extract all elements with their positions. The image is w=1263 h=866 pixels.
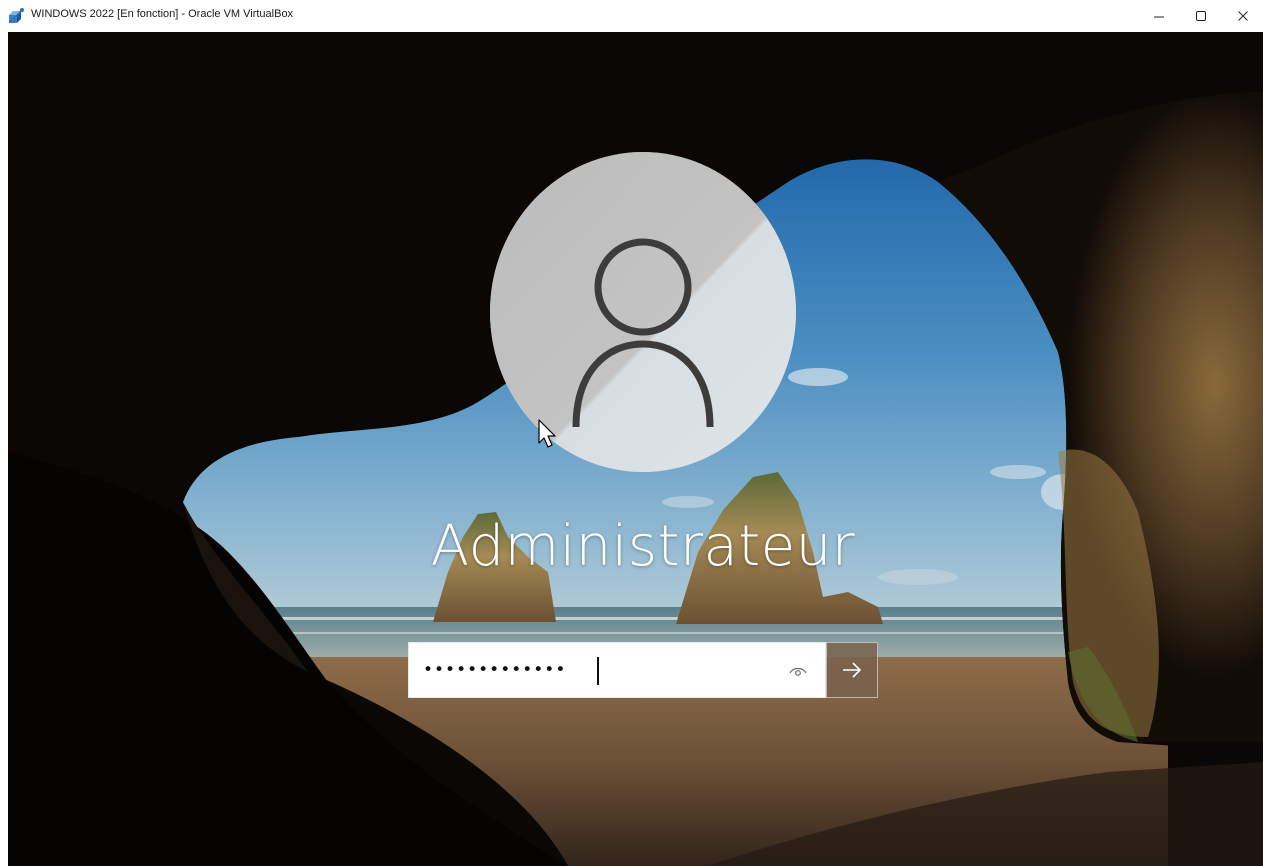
reveal-password-button[interactable] (785, 658, 811, 684)
close-icon (1238, 11, 1248, 21)
close-button[interactable] (1223, 0, 1263, 32)
text-caret (597, 657, 599, 685)
password-mask: ••••••••••••• (423, 660, 567, 680)
vm-display[interactable]: Administrateur ••••••••••••• (8, 32, 1263, 866)
window-title: WINDOWS 2022 [En fonction] - Oracle VM V… (31, 8, 294, 20)
virtualbox-window: WINDOWS 2022 [En fonction] - Oracle VM V… (0, 0, 1263, 866)
maximize-icon (1196, 11, 1206, 21)
submit-button[interactable] (826, 642, 878, 698)
minimize-button[interactable] (1139, 0, 1179, 32)
mouse-pointer-icon (538, 419, 556, 448)
password-input[interactable]: ••••••••••••• (408, 642, 826, 698)
password-box: ••••••••••••• (408, 642, 879, 700)
minimize-icon (1154, 16, 1164, 18)
maximize-button[interactable] (1181, 0, 1221, 32)
username-label: Administrateur (430, 514, 856, 579)
user-avatar (490, 152, 796, 472)
virtualbox-app-icon (8, 7, 25, 24)
eye-icon (789, 667, 807, 676)
arrow-right-icon (843, 662, 862, 678)
title-bar[interactable]: WINDOWS 2022 [En fonction] - Oracle VM V… (0, 0, 1263, 32)
